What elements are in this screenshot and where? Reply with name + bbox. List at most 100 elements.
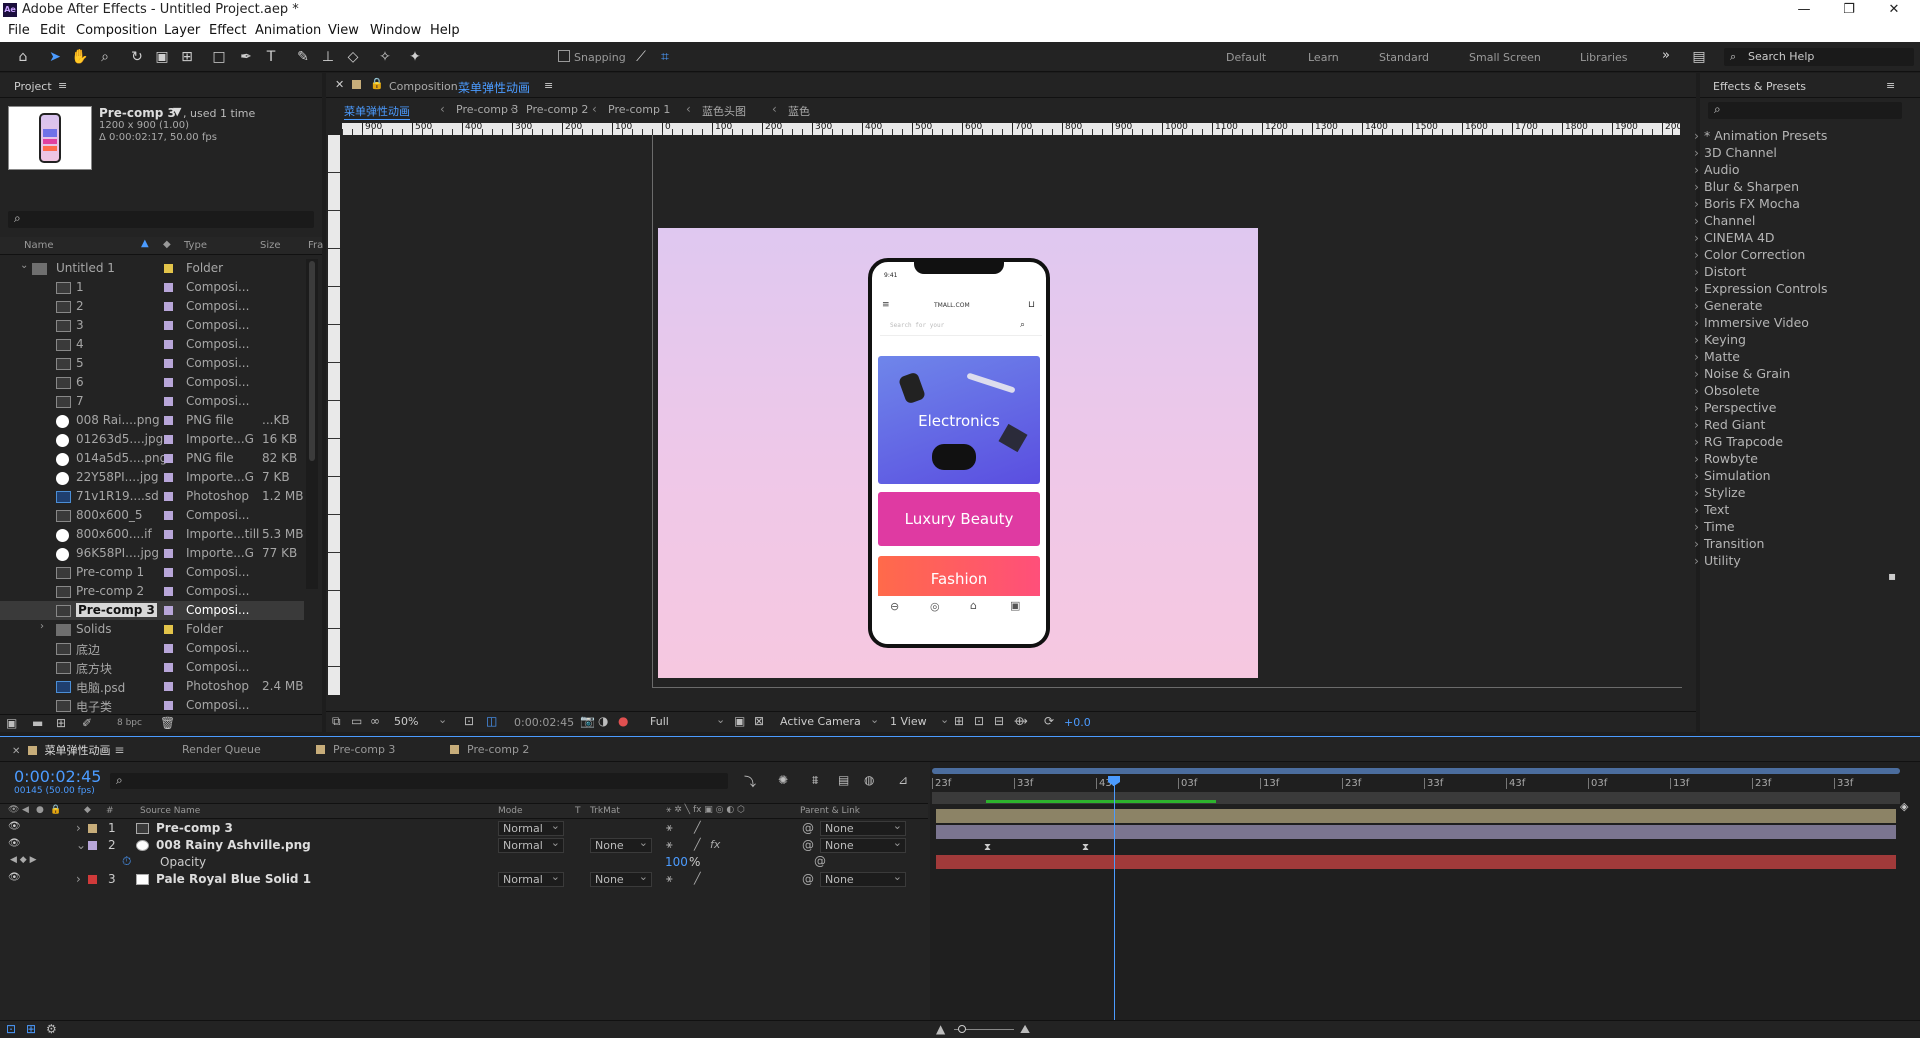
selection-tool-icon[interactable]: ➤ bbox=[46, 48, 64, 66]
label-color[interactable] bbox=[164, 302, 173, 311]
timeline-tab[interactable]: Render Queue bbox=[182, 742, 261, 756]
settings-icon[interactable]: ✐ bbox=[82, 716, 92, 730]
minimize-button[interactable]: — bbox=[1784, 0, 1824, 20]
comp-canvas[interactable]: 9:41 ≡ TMALL.COM ⊔ Search for your ⌕ Ele… bbox=[658, 228, 1258, 678]
project-item[interactable]: 2 Composi... bbox=[0, 297, 304, 316]
pan-behind-tool-icon[interactable]: ⊞ bbox=[178, 48, 196, 66]
effects-category[interactable]: Time bbox=[1694, 519, 1734, 534]
effects-category[interactable]: Channel bbox=[1694, 213, 1755, 228]
panel-menu-icon[interactable]: ≡ bbox=[544, 79, 553, 92]
brush-tool-icon[interactable]: ✎ bbox=[294, 48, 312, 66]
label-color[interactable] bbox=[164, 492, 173, 501]
label-color[interactable] bbox=[164, 416, 173, 425]
effects-category[interactable]: Blur & Sharpen bbox=[1694, 179, 1799, 194]
menu-help[interactable]: Help bbox=[430, 23, 460, 38]
layer-bar-2[interactable] bbox=[936, 825, 1896, 839]
project-item[interactable]: 71v1R19....sd Photoshop 1.2 MB bbox=[0, 487, 304, 506]
label-column-icon[interactable]: ◆ bbox=[163, 239, 171, 250]
project-item[interactable]: 电子类 Composi... bbox=[0, 696, 304, 715]
effects-category[interactable]: Text bbox=[1694, 502, 1729, 517]
display-icon[interactable]: ▭ bbox=[351, 714, 362, 728]
effects-category[interactable]: CINEMA 4D bbox=[1694, 230, 1775, 245]
quality-switch-icon[interactable]: ╱ bbox=[694, 872, 701, 885]
search-help-input[interactable]: ⌕ Search Help bbox=[1724, 48, 1914, 66]
reset-exposure-icon[interactable]: ⟳ bbox=[1044, 714, 1054, 728]
project-scrollbar[interactable] bbox=[306, 259, 318, 589]
effects-category[interactable]: Color Correction bbox=[1694, 247, 1805, 262]
delete-icon[interactable]: 🗑 bbox=[160, 716, 175, 730]
effects-category[interactable]: Audio bbox=[1694, 162, 1739, 177]
label-icon[interactable]: ◆ bbox=[84, 805, 91, 815]
layer-bar-3[interactable] bbox=[936, 855, 1896, 869]
col-mode[interactable]: Mode bbox=[498, 806, 523, 816]
current-timecode[interactable]: 0:00:02:45 bbox=[14, 767, 101, 786]
property-value[interactable]: 100 bbox=[665, 855, 688, 869]
shy-switch-icon[interactable]: ⚹ bbox=[666, 838, 673, 852]
parent-pickwhip-icon[interactable]: @ bbox=[802, 838, 814, 852]
effects-category[interactable]: * Animation Presets bbox=[1694, 128, 1827, 143]
workspace-default[interactable]: Default bbox=[1226, 51, 1266, 64]
home-icon[interactable]: ⌂ bbox=[14, 48, 32, 66]
layer-mode-select[interactable]: Normal bbox=[498, 870, 564, 887]
effects-switch-icon[interactable]: fx bbox=[710, 838, 720, 851]
parent-pickwhip-icon[interactable]: @ bbox=[802, 872, 814, 886]
close-tab-icon[interactable]: ✕ bbox=[335, 78, 344, 91]
workspace-small-screen[interactable]: Small Screen bbox=[1469, 51, 1541, 64]
comp-timecode[interactable]: 0:00:02:45 bbox=[514, 716, 574, 729]
label-color[interactable] bbox=[164, 283, 173, 292]
lock-icon[interactable]: 🔒 bbox=[50, 805, 61, 815]
type-tool-icon[interactable]: T bbox=[262, 48, 280, 66]
label-color[interactable] bbox=[164, 435, 173, 444]
layer-trkmat-select[interactable]: None bbox=[590, 870, 652, 887]
keyframe-start[interactable]: ⧗ bbox=[984, 842, 991, 853]
project-item[interactable]: 800x600_5 Composi... bbox=[0, 506, 304, 525]
comp-button-icon[interactable]: ◈ bbox=[1900, 800, 1908, 813]
resolution-select[interactable]: Full ⌄ bbox=[650, 713, 726, 730]
layer-bar-1[interactable] bbox=[936, 809, 1896, 823]
panel-menu-icon[interactable]: ≡ bbox=[58, 79, 67, 92]
fit-icon[interactable]: ⊡ bbox=[464, 714, 474, 728]
bit-depth-button[interactable]: 8 bpc bbox=[117, 718, 142, 728]
effects-category[interactable]: Keying bbox=[1694, 332, 1746, 347]
transparency-grid-icon[interactable]: ⊠ bbox=[754, 714, 764, 728]
collapse-icon[interactable]: ⌄ bbox=[76, 838, 86, 852]
close-tab-icon[interactable]: ✕ bbox=[12, 746, 24, 757]
effects-category[interactable]: Utility bbox=[1694, 553, 1741, 568]
puppet-pin-tool-icon[interactable]: ✦ bbox=[406, 48, 424, 66]
project-item[interactable]: 6 Composi... bbox=[0, 373, 304, 392]
expand-icon[interactable]: › bbox=[76, 872, 81, 886]
project-item[interactable]: 7 Composi... bbox=[0, 392, 304, 411]
camera-select[interactable]: Active Camera ⌄ bbox=[780, 713, 880, 730]
label-color[interactable] bbox=[164, 701, 173, 710]
rectangle-tool-icon[interactable]: □ bbox=[210, 48, 228, 66]
timeline-tab[interactable]: Pre-comp 2 bbox=[446, 742, 529, 756]
time-ruler[interactable]: 23f 33f 43f 03f 13f 23f 33f 43f 03f 13f 23f 33f bbox=[930, 776, 1920, 792]
maximize-button[interactable]: ❐ bbox=[1829, 0, 1869, 20]
layer-label-color[interactable] bbox=[88, 875, 97, 884]
expression-pickwhip-icon[interactable]: @ bbox=[814, 854, 826, 868]
layer-label-color[interactable] bbox=[88, 824, 97, 833]
parent-pickwhip-icon[interactable]: @ bbox=[802, 821, 814, 835]
timeline-icon[interactable]: ⊟ bbox=[994, 714, 1004, 728]
effects-category[interactable]: Matte bbox=[1694, 349, 1740, 364]
project-item[interactable]: 008 Rai....png PNG file ...KB bbox=[0, 411, 304, 430]
layer-parent-select[interactable]: None bbox=[820, 870, 906, 887]
label-color[interactable] bbox=[164, 682, 173, 691]
project-item[interactable]: 底边 Composi... bbox=[0, 639, 304, 658]
switches-icons[interactable]: ⚹ ✲ ╲ fx ▣ ◎ ◐ ⬡ bbox=[666, 805, 745, 815]
horizontal-ruler[interactable]: 900 500 400 300 200 100 0 100 200 300 400 500 600 700… bbox=[342, 123, 1680, 135]
quality-switch-icon[interactable]: ╱ bbox=[694, 838, 701, 851]
label-color[interactable] bbox=[164, 625, 173, 634]
shy-switch-icon[interactable]: ⚹ bbox=[666, 872, 673, 886]
zoom-slider[interactable] bbox=[954, 1025, 1014, 1033]
effects-category[interactable]: 3D Channel bbox=[1694, 145, 1777, 160]
col-type[interactable]: Type bbox=[184, 240, 207, 251]
menu-file[interactable]: File bbox=[8, 23, 30, 38]
layer-mode-select[interactable]: Normal bbox=[498, 836, 564, 853]
zoom-out-icon[interactable]: ▲ bbox=[936, 1022, 945, 1036]
layer-trkmat-select[interactable]: None bbox=[590, 836, 652, 853]
color-channel-icon[interactable]: ● bbox=[618, 714, 628, 728]
project-item[interactable]: ⌄ Untitled 1 Folder bbox=[0, 259, 304, 278]
project-search-input[interactable]: ⌕ bbox=[8, 211, 314, 228]
frame-blending-icon[interactable]: ▤ bbox=[838, 773, 849, 787]
